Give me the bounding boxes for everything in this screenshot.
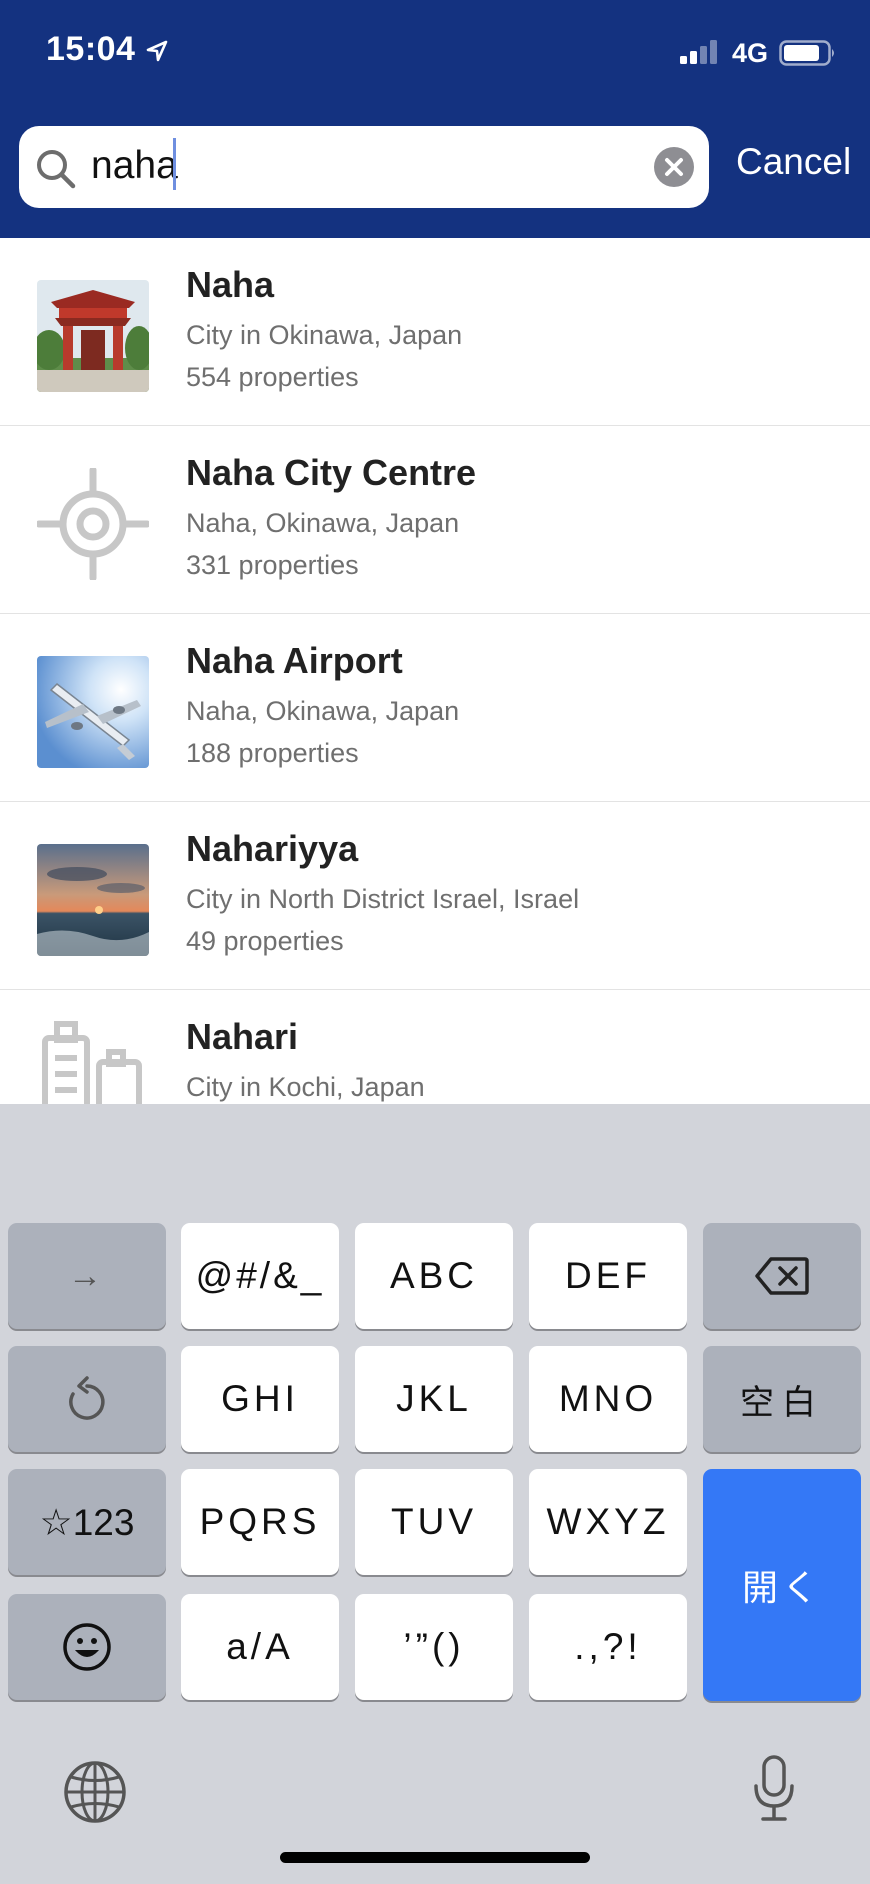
cell-signal-icon xyxy=(680,40,722,69)
globe-icon[interactable] xyxy=(63,1760,127,1829)
key-tuv[interactable]: TUV xyxy=(355,1469,513,1575)
key-symbols[interactable]: @#/&_ xyxy=(181,1223,339,1329)
key-jkl[interactable]: JKL xyxy=(355,1346,513,1452)
key-space[interactable]: 空白 xyxy=(703,1346,861,1452)
key-case[interactable]: a/A xyxy=(181,1594,339,1700)
airplane-photo xyxy=(37,656,149,768)
key-arrow-right[interactable]: → xyxy=(8,1223,166,1329)
result-subtitle: City in Kochi, Japan xyxy=(186,1072,425,1102)
result-title: Nahariyya xyxy=(186,828,359,869)
search-input[interactable]: naha xyxy=(91,144,178,188)
cancel-button[interactable]: Cancel xyxy=(736,141,851,183)
result-item[interactable]: Naha City in Okinawa, Japan 554 properti… xyxy=(0,238,870,426)
key-wxyz[interactable]: WXYZ xyxy=(529,1469,687,1575)
emoji-icon xyxy=(63,1623,111,1671)
result-title: Nahari xyxy=(186,1016,299,1057)
search-header: 15:04 4G naha Cancel xyxy=(0,0,870,238)
undo-icon xyxy=(69,1376,105,1420)
target-icon xyxy=(37,468,149,580)
result-title: Naha xyxy=(186,264,275,305)
microphone-icon[interactable] xyxy=(752,1754,796,1829)
result-title: Naha City Centre xyxy=(186,452,477,493)
battery-icon xyxy=(779,40,837,71)
result-item[interactable]: Naha Airport Naha, Okinawa, Japan 188 pr… xyxy=(0,614,870,802)
key-quotes[interactable]: ’”() xyxy=(355,1594,513,1700)
shrine-gate-photo xyxy=(37,280,149,392)
key-emoji[interactable] xyxy=(8,1594,166,1700)
result-item[interactable]: Naha City Centre Naha, Okinawa, Japan 33… xyxy=(0,426,870,614)
key-pqrs[interactable]: PQRS xyxy=(181,1469,339,1575)
clear-search-icon[interactable] xyxy=(653,146,695,193)
key-open[interactable]: 開く xyxy=(703,1469,861,1701)
result-title: Naha Airport xyxy=(186,640,403,681)
key-mno[interactable]: MNO xyxy=(529,1346,687,1452)
search-field[interactable]: naha xyxy=(19,126,709,208)
key-punctuation[interactable]: .,?! xyxy=(529,1594,687,1700)
sunset-sea-photo xyxy=(37,844,149,956)
result-count: 49 properties xyxy=(186,926,344,956)
result-count: 188 properties xyxy=(186,738,359,768)
result-count: 331 properties xyxy=(186,550,359,580)
key-def[interactable]: DEF xyxy=(529,1223,687,1329)
city-buildings-icon xyxy=(37,1018,149,1104)
backspace-icon xyxy=(755,1257,809,1295)
key-undo[interactable] xyxy=(8,1346,166,1452)
key-numbers[interactable]: ☆123 xyxy=(8,1469,166,1575)
key-ghi[interactable]: GHI xyxy=(181,1346,339,1452)
key-delete[interactable] xyxy=(703,1223,861,1329)
result-item[interactable]: Nahari City in Kochi, Japan xyxy=(0,990,870,1104)
network-type: 4G xyxy=(732,38,769,68)
home-indicator[interactable] xyxy=(280,1852,590,1863)
results-list: Naha City in Okinawa, Japan 554 properti… xyxy=(0,238,870,1104)
result-subtitle: City in North District Israel, Israel xyxy=(186,884,580,914)
search-icon xyxy=(35,148,77,195)
location-arrow-icon xyxy=(146,40,168,67)
text-cursor xyxy=(173,138,176,190)
result-subtitle: Naha, Okinawa, Japan xyxy=(186,508,460,538)
result-subtitle: City in Okinawa, Japan xyxy=(186,320,463,350)
result-subtitle: Naha, Okinawa, Japan xyxy=(186,696,460,726)
status-time: 15:04 xyxy=(46,30,136,68)
result-item[interactable]: Nahariyya City in North District Israel,… xyxy=(0,802,870,990)
result-count: 554 properties xyxy=(186,362,359,392)
key-abc[interactable]: ABC xyxy=(355,1223,513,1329)
